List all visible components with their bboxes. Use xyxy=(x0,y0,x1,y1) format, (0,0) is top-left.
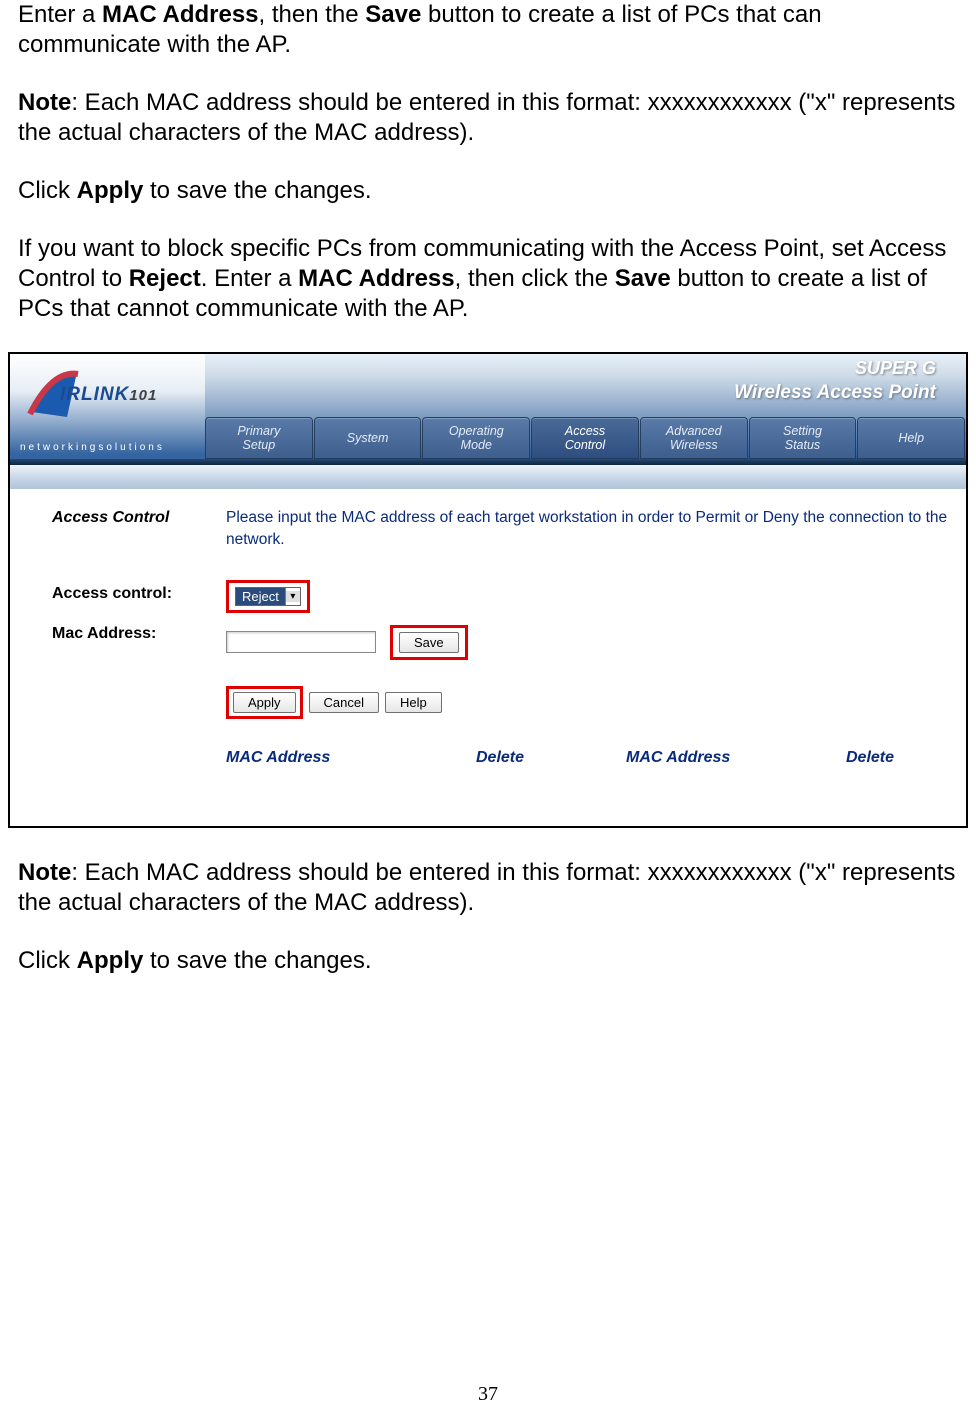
banner-title-super-g: SUPER G xyxy=(855,358,936,379)
header-delete-2: Delete xyxy=(846,749,956,767)
paragraph-note-1: Note: Each MAC address should be entered… xyxy=(18,88,958,148)
access-control-dropdown[interactable]: Reject ▾ xyxy=(235,587,301,606)
paragraph-apply-1: Click Apply to save the changes. xyxy=(18,176,958,206)
logo-subtitle: networkingsolutions xyxy=(20,442,165,453)
tab-operating-mode[interactable]: OperatingMode xyxy=(422,417,530,459)
side-labels: Access Control Access control: Mac Addre… xyxy=(10,489,218,826)
header-mac-2: MAC Address xyxy=(626,749,806,767)
cancel-button[interactable]: Cancel xyxy=(309,692,379,713)
main-column: Please input the MAC address of each tar… xyxy=(218,489,966,826)
logo-area: IRLINK101 networkingsolutions xyxy=(10,354,205,459)
paragraph-reject: If you want to block specific PCs from c… xyxy=(18,234,958,324)
screenshot-body: Access Control Access control: Mac Addre… xyxy=(10,489,966,826)
logo-text: IRLINK101 xyxy=(60,384,157,406)
tab-help[interactable]: Help xyxy=(857,417,965,459)
tab-system[interactable]: System xyxy=(314,417,422,459)
instruction-text: Please input the MAC address of each tar… xyxy=(226,507,956,550)
document-body: Enter a MAC Address, then the Save butto… xyxy=(0,0,976,324)
mac-address-input[interactable] xyxy=(226,631,376,653)
paragraph-apply-2: Click Apply to save the changes. xyxy=(18,946,958,976)
highlight-apply-button: Apply xyxy=(226,686,303,719)
banner-subtitle: Wireless Access Point xyxy=(734,382,936,404)
button-row: Apply Cancel Help xyxy=(226,686,956,719)
dropdown-value: Reject xyxy=(236,588,286,605)
paragraph-enter-mac: Enter a MAC Address, then the Save butto… xyxy=(18,0,958,60)
tab-access-control[interactable]: AccessControl xyxy=(531,417,639,459)
apply-button[interactable]: Apply xyxy=(233,692,296,713)
header-banner: IRLINK101 networkingsolutions SUPER G Wi… xyxy=(10,354,966,459)
nav-tabs: PrimarySetup System OperatingMode Access… xyxy=(205,417,966,459)
highlight-save-button: Save xyxy=(390,625,468,660)
nav-underbar-gradient xyxy=(10,465,966,489)
save-button[interactable]: Save xyxy=(399,632,459,653)
access-control-screenshot: IRLINK101 networkingsolutions SUPER G Wi… xyxy=(8,352,968,828)
highlight-reject-dropdown: Reject ▾ xyxy=(226,580,310,613)
document-body-lower: Note: Each MAC address should be entered… xyxy=(0,858,976,976)
label-access-control: Access control: xyxy=(52,585,172,602)
mac-table-headers: MAC Address Delete MAC Address Delete xyxy=(226,749,956,767)
mac-address-row: Save xyxy=(226,622,956,662)
section-heading: Access Control xyxy=(52,509,169,526)
chevron-down-icon: ▾ xyxy=(286,591,300,602)
header-mac-1: MAC Address xyxy=(226,749,436,767)
page-number: 37 xyxy=(0,1383,976,1406)
help-button[interactable]: Help xyxy=(385,692,442,713)
tab-setting-status[interactable]: SettingStatus xyxy=(749,417,857,459)
access-control-row: Reject ▾ xyxy=(226,576,956,616)
header-delete-1: Delete xyxy=(476,749,586,767)
tab-primary-setup[interactable]: PrimarySetup xyxy=(205,417,313,459)
paragraph-note-2: Note: Each MAC address should be entered… xyxy=(18,858,958,918)
label-mac-address: Mac Address: xyxy=(52,625,156,642)
tab-advanced-wireless[interactable]: AdvancedWireless xyxy=(640,417,748,459)
